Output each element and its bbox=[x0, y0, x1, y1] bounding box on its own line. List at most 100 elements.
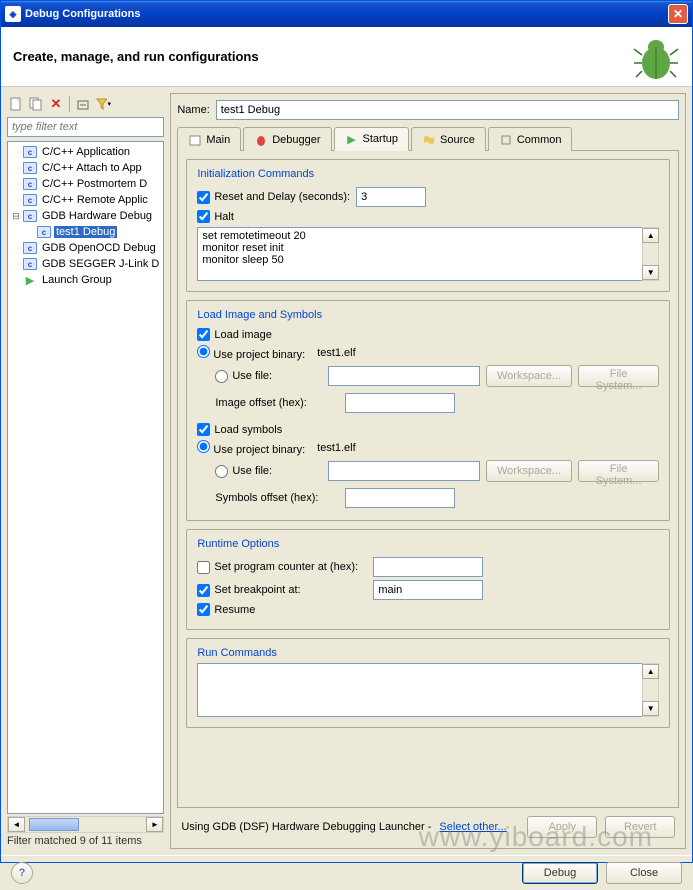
c-config-icon: c bbox=[22, 241, 38, 255]
left-panel: ✕ ▾ cC/C++ ApplicationcC/C++ Attach to A… bbox=[7, 93, 164, 849]
apply-button: Apply bbox=[527, 816, 597, 838]
init-commands-textarea[interactable] bbox=[197, 227, 642, 281]
startup-tab-panel: Initialization Commands Reset and Delay … bbox=[177, 151, 679, 808]
tab-label: Source bbox=[440, 134, 475, 146]
set-pc-checkbox[interactable] bbox=[197, 561, 210, 574]
c-config-icon: c bbox=[22, 193, 38, 207]
tab-common[interactable]: Common bbox=[488, 127, 573, 151]
tree-node[interactable]: cC/C++ Remote Applic bbox=[10, 192, 161, 208]
delete-config-button[interactable]: ✕ bbox=[47, 95, 65, 113]
symbols-offset-input[interactable] bbox=[345, 488, 455, 508]
scroll-down-button[interactable]: ▼ bbox=[642, 265, 659, 280]
filter-input[interactable] bbox=[7, 117, 164, 137]
set-bp-input[interactable] bbox=[373, 580, 483, 600]
image-use-file-radio-label[interactable]: Use file: bbox=[215, 370, 322, 383]
run-commands-group: Run Commands ▲ ▼ bbox=[186, 638, 670, 728]
help-button[interactable]: ? bbox=[11, 862, 33, 884]
load-image-group: Load Image and Symbols Load image Use pr… bbox=[186, 300, 670, 521]
debugger-tab-icon bbox=[254, 133, 268, 147]
source-tab-icon bbox=[422, 133, 436, 147]
tree-node[interactable]: ▶Launch Group bbox=[10, 272, 161, 288]
c-config-icon: c bbox=[22, 177, 38, 191]
config-toolbar: ✕ ▾ bbox=[7, 93, 164, 117]
scroll-down-button[interactable]: ▼ bbox=[642, 701, 659, 716]
symbols-workspace-button: Workspace... bbox=[486, 460, 572, 482]
config-name-input[interactable] bbox=[216, 100, 679, 120]
new-config-button[interactable] bbox=[7, 95, 25, 113]
set-pc-checkbox-label[interactable]: Set program counter at (hex): bbox=[197, 561, 367, 574]
close-button[interactable]: Close bbox=[606, 862, 682, 884]
image-file-input bbox=[328, 366, 480, 386]
set-bp-checkbox-label[interactable]: Set breakpoint at: bbox=[197, 584, 367, 597]
window-title: Debug Configurations bbox=[25, 8, 141, 20]
launch-group-icon: ▶ bbox=[22, 273, 38, 287]
image-offset-input[interactable] bbox=[345, 393, 455, 413]
symbols-use-project-radio[interactable] bbox=[197, 440, 210, 453]
dialog-title: Create, manage, and run configurations bbox=[13, 49, 259, 64]
tree-node[interactable]: cC/C++ Attach to App bbox=[10, 160, 161, 176]
app-icon: ◈ bbox=[5, 6, 21, 22]
image-project-binary-value: test1.elf bbox=[317, 347, 356, 359]
tab-main[interactable]: Main bbox=[177, 127, 241, 151]
image-offset-label: Image offset (hex): bbox=[215, 397, 335, 409]
tree-node-label: GDB Hardware Debug bbox=[40, 210, 154, 222]
scroll-right-button[interactable]: ► bbox=[146, 817, 163, 832]
tab-label: Main bbox=[206, 134, 230, 146]
symbols-use-file-radio[interactable] bbox=[215, 465, 228, 478]
load-image-checkbox-label[interactable]: Load image bbox=[197, 328, 272, 341]
symbols-use-project-radio-label[interactable]: Use project binary: bbox=[197, 440, 305, 456]
symbols-use-file-radio-label[interactable]: Use file: bbox=[215, 465, 322, 478]
tab-startup[interactable]: ▶Startup bbox=[334, 127, 409, 151]
set-bp-checkbox[interactable] bbox=[197, 584, 210, 597]
tree-node[interactable]: cC/C++ Postmortem D bbox=[10, 176, 161, 192]
select-other-link[interactable]: Select other... bbox=[439, 821, 506, 833]
run-legend: Run Commands bbox=[193, 647, 280, 659]
filter-button[interactable]: ▾ bbox=[94, 95, 112, 113]
config-tree[interactable]: cC/C++ ApplicationcC/C++ Attach to AppcC… bbox=[7, 141, 164, 814]
revert-button: Revert bbox=[605, 816, 675, 838]
run-textarea-scrollbar[interactable]: ▲ ▼ bbox=[642, 663, 659, 717]
tree-node[interactable]: cC/C++ Application bbox=[10, 144, 161, 160]
c-config-icon: c bbox=[22, 145, 38, 159]
reset-delay-checkbox[interactable] bbox=[197, 191, 210, 204]
image-use-project-radio[interactable] bbox=[197, 345, 210, 358]
titlebar: ◈ Debug Configurations ✕ bbox=[1, 1, 692, 27]
symbols-offset-label: Symbols offset (hex): bbox=[215, 492, 335, 504]
image-workspace-button: Workspace... bbox=[486, 365, 572, 387]
config-tabs: Main Debugger ▶Startup Source Common bbox=[177, 126, 679, 151]
image-use-project-radio-label[interactable]: Use project binary: bbox=[197, 345, 305, 361]
duplicate-config-button[interactable] bbox=[27, 95, 45, 113]
run-commands-textarea[interactable] bbox=[197, 663, 642, 717]
image-use-file-radio[interactable] bbox=[215, 370, 228, 383]
tree-scrollbar-h[interactable]: ◄ ► bbox=[7, 816, 164, 833]
halt-checkbox[interactable] bbox=[197, 210, 210, 223]
tree-node[interactable]: ⊟cGDB Hardware Debug bbox=[10, 208, 161, 224]
tree-node[interactable]: cGDB SEGGER J-Link D bbox=[10, 256, 161, 272]
load-symbols-checkbox-label[interactable]: Load symbols bbox=[197, 423, 282, 436]
tree-node[interactable]: ctest1 Debug bbox=[10, 224, 161, 240]
collapse-all-button[interactable] bbox=[74, 95, 92, 113]
debug-button[interactable]: Debug bbox=[522, 862, 598, 884]
close-window-button[interactable]: ✕ bbox=[668, 4, 688, 24]
scroll-left-button[interactable]: ◄ bbox=[8, 817, 25, 832]
tab-debugger[interactable]: Debugger bbox=[243, 127, 331, 151]
halt-checkbox-label[interactable]: Halt bbox=[197, 210, 234, 223]
c-config-icon: c bbox=[22, 257, 38, 271]
tree-node-label: test1 Debug bbox=[54, 226, 117, 238]
load-image-checkbox[interactable] bbox=[197, 328, 210, 341]
reset-delay-input[interactable] bbox=[356, 187, 426, 207]
c-config-icon: c bbox=[22, 161, 38, 175]
init-textarea-scrollbar[interactable]: ▲ ▼ bbox=[642, 227, 659, 281]
resume-checkbox[interactable] bbox=[197, 603, 210, 616]
tab-label: Common bbox=[517, 134, 562, 146]
load-symbols-checkbox[interactable] bbox=[197, 423, 210, 436]
resume-checkbox-label[interactable]: Resume bbox=[197, 603, 255, 616]
scroll-up-button[interactable]: ▲ bbox=[642, 664, 659, 679]
tab-label: Debugger bbox=[272, 134, 320, 146]
scroll-up-button[interactable]: ▲ bbox=[642, 228, 659, 243]
load-legend: Load Image and Symbols bbox=[193, 309, 326, 321]
tree-node-label: C/C++ Postmortem D bbox=[40, 178, 149, 190]
tab-source[interactable]: Source bbox=[411, 127, 486, 151]
reset-delay-checkbox-label[interactable]: Reset and Delay (seconds): bbox=[197, 191, 350, 204]
tree-node[interactable]: cGDB OpenOCD Debug bbox=[10, 240, 161, 256]
